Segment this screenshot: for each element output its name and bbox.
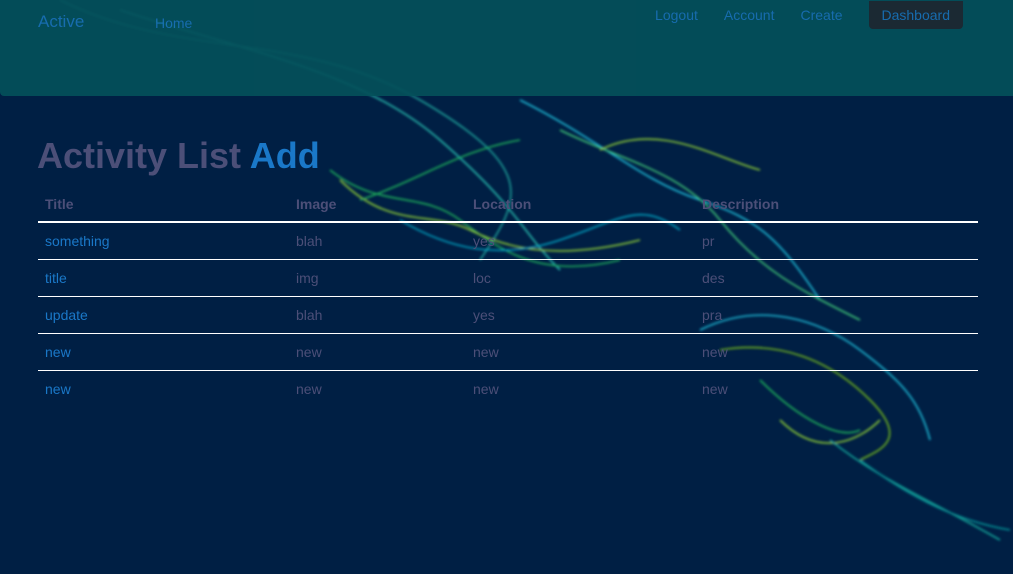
- activity-title-link[interactable]: title: [45, 260, 67, 296]
- header-description: Description: [702, 196, 780, 212]
- activity-title-link[interactable]: new: [45, 334, 71, 370]
- page-root: Active Home Logout Account Create Dashbo…: [0, 0, 1013, 574]
- table-header-row: Title Image Location Description: [38, 186, 978, 223]
- activity-image: new: [296, 344, 322, 360]
- activity-title-link[interactable]: something: [45, 223, 110, 259]
- activity-image: img: [296, 270, 319, 286]
- activity-title-link[interactable]: update: [45, 297, 88, 333]
- activity-location: new: [473, 344, 499, 360]
- activity-description: des: [702, 270, 725, 286]
- activity-description: pra: [702, 307, 723, 323]
- nav-create-link[interactable]: Create: [800, 1, 842, 29]
- activity-title-link[interactable]: new: [45, 371, 71, 407]
- table-row: title img loc des: [38, 260, 978, 297]
- header-location: Location: [473, 196, 532, 212]
- table-row: new new new new: [38, 371, 978, 407]
- activity-location: yes: [473, 307, 495, 323]
- nav-right-links: Logout Account Create Dashboard: [629, 0, 963, 30]
- top-navbar: Active Home Logout Account Create Dashbo…: [0, 0, 1013, 96]
- nav-home-link[interactable]: Home: [155, 15, 192, 31]
- activity-table: Title Image Location Description somethi…: [38, 186, 978, 407]
- activity-image: blah: [296, 307, 323, 323]
- nav-account-link[interactable]: Account: [724, 1, 775, 29]
- brand-link[interactable]: Active: [38, 12, 84, 32]
- activity-location: new: [473, 381, 499, 397]
- table-row: update blah yes pra: [38, 297, 978, 334]
- table-row: something blah yes pr: [38, 223, 978, 260]
- header-title: Title: [45, 196, 74, 212]
- page-title: Activity List Add: [37, 135, 320, 177]
- activity-description: new: [702, 381, 728, 397]
- page-title-text: Activity List: [37, 135, 242, 176]
- activity-location: loc: [473, 270, 491, 286]
- nav-dashboard-link[interactable]: Dashboard: [868, 1, 963, 29]
- activity-image: new: [296, 381, 322, 397]
- header-image: Image: [296, 196, 337, 212]
- nav-logout-link[interactable]: Logout: [655, 1, 698, 29]
- activity-description: new: [702, 344, 728, 360]
- table-row: new new new new: [38, 334, 978, 371]
- add-activity-link[interactable]: Add: [250, 135, 320, 176]
- activity-description: pr: [702, 233, 715, 249]
- activity-image: blah: [296, 233, 323, 249]
- activity-location: yes: [473, 233, 495, 249]
